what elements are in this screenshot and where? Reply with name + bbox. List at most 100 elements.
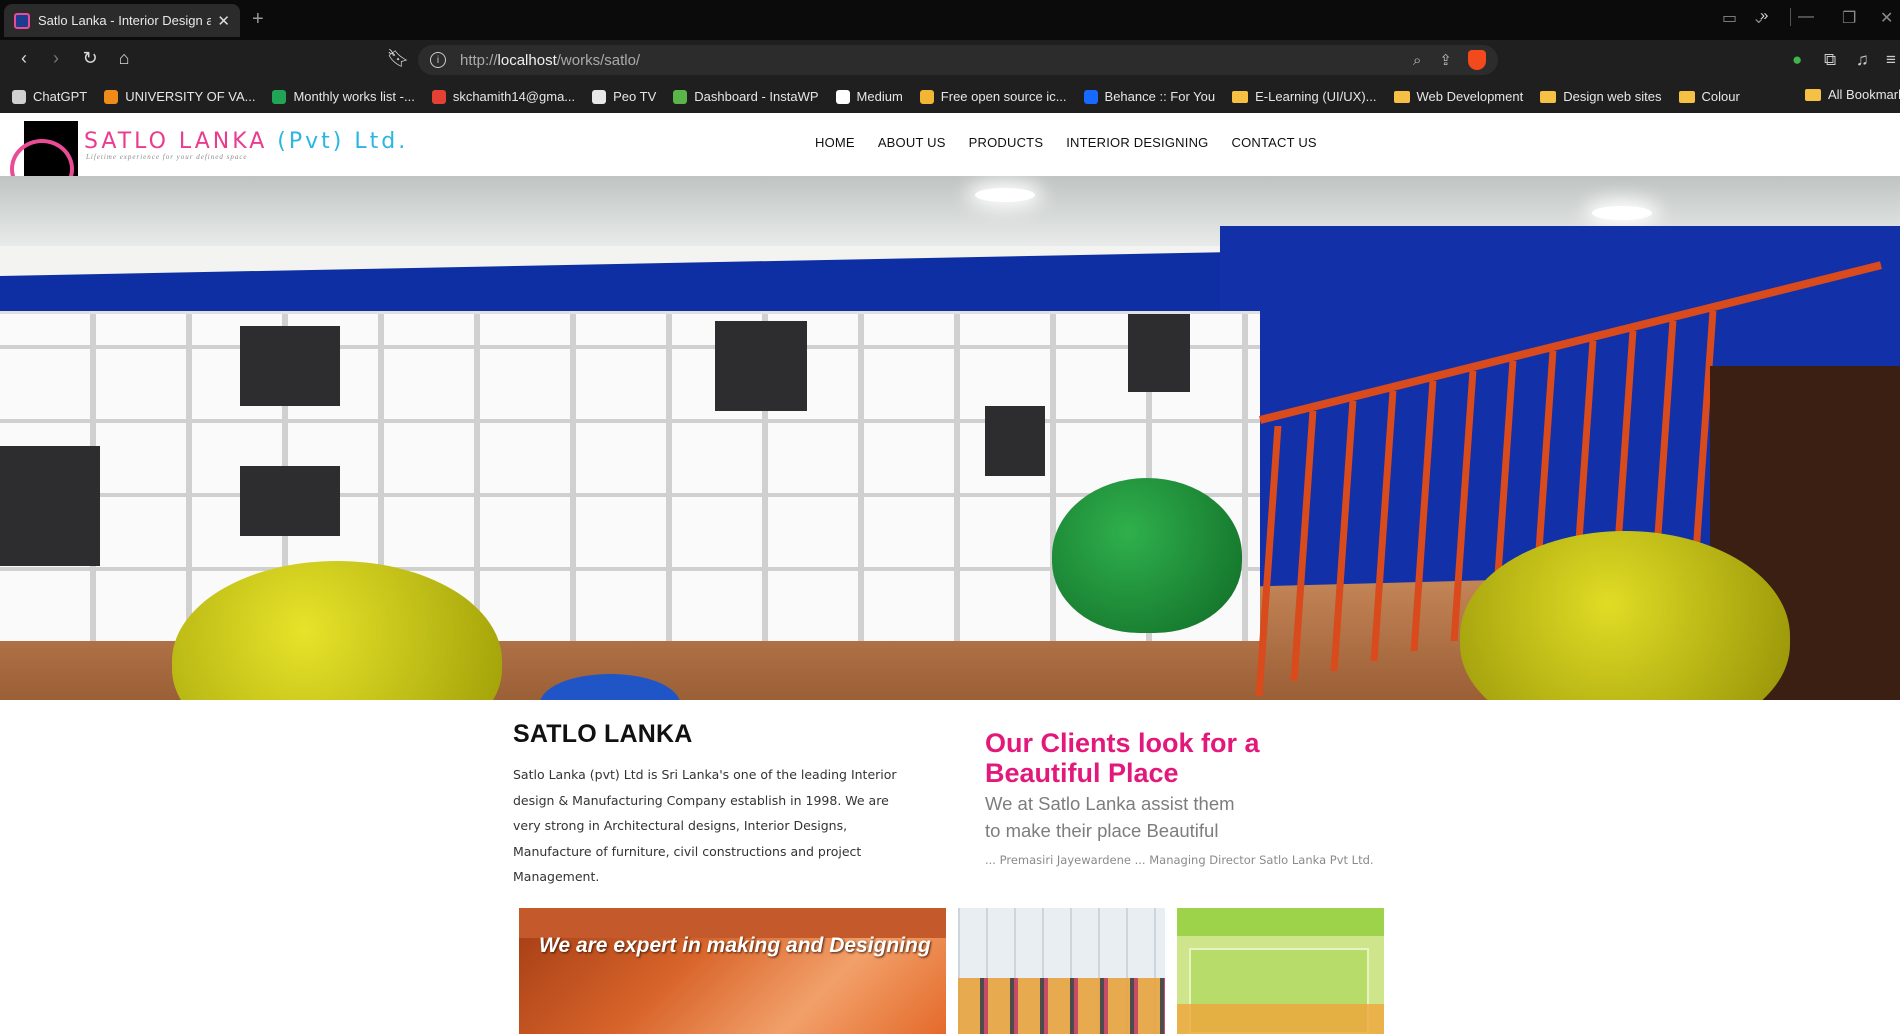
brand-name[interactable]: SATLO LANKA (Pvt) Ltd. xyxy=(84,129,408,154)
dark-cubby xyxy=(715,321,807,411)
tab-search-icon[interactable]: ▭ xyxy=(1722,8,1737,28)
bookmark-item[interactable]: Web Development xyxy=(1393,89,1524,104)
bookmark-label: ChatGPT xyxy=(33,89,88,104)
back-icon[interactable]: ‹ xyxy=(12,48,36,69)
brand-tagline: Lifetime experience for your defined spa… xyxy=(86,153,248,161)
bookmark-label: Colour xyxy=(1701,89,1740,104)
extensions-icon[interactable]: ⧉ xyxy=(1824,50,1836,70)
bookmark-item[interactable]: Design web sites xyxy=(1540,89,1662,104)
url-text[interactable]: http://localhost/works/satlo/ xyxy=(460,52,1395,69)
bookmark-icon[interactable]: 🔖︎ xyxy=(386,48,410,69)
site-favicon-icon xyxy=(14,12,30,29)
extension-wallet-icon[interactable]: ● xyxy=(1792,50,1802,70)
nav-products[interactable]: PRODUCTS xyxy=(969,135,1044,150)
forward-icon[interactable]: › xyxy=(44,48,68,69)
bookmark-item[interactable]: ChatGPT xyxy=(12,89,87,104)
reload-icon[interactable]: ↻ xyxy=(78,48,102,69)
dark-cubby xyxy=(0,446,100,566)
bookmark-item[interactable]: UNIVERSITY OF VA... xyxy=(104,89,255,104)
iconsource-icon xyxy=(919,89,934,104)
chatgpt-icon xyxy=(12,89,26,104)
folder-icon xyxy=(1540,90,1557,103)
gallery-image-expert[interactable]: We are expert in making and Designing xyxy=(519,908,946,1034)
bookmark-item[interactable]: Medium xyxy=(835,89,903,104)
restore-icon[interactable]: ❐ xyxy=(1842,8,1856,28)
tab-title: Satlo Lanka - Interior Design an xyxy=(38,13,212,28)
sheets-icon xyxy=(272,89,287,104)
home-icon[interactable]: ⌂ xyxy=(112,48,136,69)
bookmark-item[interactable]: Dashboard - InstaWP xyxy=(673,89,819,104)
nav-about-us[interactable]: ABOUT US xyxy=(878,135,946,150)
all-bookmarks-folder[interactable]: All Bookmarks xyxy=(1805,87,1900,102)
bookmark-item[interactable]: Colour xyxy=(1678,89,1740,104)
bookmarks-divider xyxy=(1790,8,1791,26)
green-bean-bag xyxy=(1052,478,1242,633)
gallery-image-glass-room[interactable] xyxy=(1177,908,1384,1034)
folder-icon xyxy=(1678,90,1695,103)
bookmark-label: Free open source ic... xyxy=(940,89,1067,104)
office-desks xyxy=(958,978,1165,1034)
ceiling-light xyxy=(1592,206,1652,220)
site-info-icon[interactable]: i xyxy=(430,52,446,68)
bookmark-item[interactable]: Behance :: For You xyxy=(1083,89,1216,104)
site-header: atlo SATLO LANKA (Pvt) Ltd. Lifetime exp… xyxy=(0,113,1900,209)
close-window-icon[interactable]: ✕ xyxy=(1880,8,1893,28)
menu-icon[interactable]: ≡ xyxy=(1886,50,1896,70)
bookmark-label: Web Development xyxy=(1416,89,1524,104)
bookmark-label: E-Learning (UI/UX)... xyxy=(1255,89,1377,104)
orange-furniture xyxy=(1177,1004,1384,1034)
dark-cubby xyxy=(985,406,1045,476)
more-bookmarks-icon[interactable]: » xyxy=(1760,7,1768,24)
bookmark-item[interactable]: Monthly works list -... xyxy=(272,89,415,104)
bookmark-item[interactable]: E-Learning (UI/UX)... xyxy=(1232,89,1377,104)
folder-icon xyxy=(1805,88,1821,101)
medium-icon xyxy=(835,89,850,104)
bookmark-item[interactable]: skchamith14@gma... xyxy=(431,89,576,104)
bookmark-label: Monthly works list -... xyxy=(293,89,415,104)
bookmark-label: Medium xyxy=(856,89,903,104)
new-tab-icon[interactable]: + xyxy=(252,8,264,31)
bookmark-label: skchamith14@gma... xyxy=(452,89,576,104)
quote-heading: Our Clients look for a Beautiful Place xyxy=(985,728,1260,788)
bookmark-label: UNIVERSITY OF VA... xyxy=(125,89,256,104)
bookmark-label: Behance :: For You xyxy=(1104,89,1216,104)
dark-cubby xyxy=(240,326,340,406)
gallery-caption: We are expert in making and Designing xyxy=(539,934,931,957)
about-text: Satlo Lanka (pvt) Ltd is Sri Lanka's one… xyxy=(513,767,897,884)
ceiling-light xyxy=(975,188,1035,202)
instawp-icon xyxy=(673,89,688,104)
bookmark-item[interactable]: Peo TV xyxy=(592,89,656,104)
bookmark-label: Peo TV xyxy=(613,89,657,104)
gallery-image-office[interactable] xyxy=(958,908,1165,1034)
quote-subtext: We at Satlo Lanka assist them to make th… xyxy=(985,793,1235,841)
bookmarks-bar: ChatGPT UNIVERSITY OF VA... Monthly works … xyxy=(0,80,1900,113)
browser-toolbar: ‹ › ↻ ⌂ 🔖︎ i http://localhost/works/satl… xyxy=(0,40,1900,80)
nav-home[interactable]: HOME xyxy=(815,135,855,150)
peotv-icon xyxy=(592,89,607,104)
zoom-icon[interactable]: ⌕ xyxy=(1413,52,1421,69)
green-ceiling xyxy=(1177,908,1384,936)
address-bar[interactable]: i http://localhost/works/satlo/ ⌕ ⇪ xyxy=(418,45,1498,75)
brave-shields-icon[interactable] xyxy=(1468,50,1486,70)
hero-image xyxy=(0,176,1900,700)
close-tab-icon[interactable]: ✕ xyxy=(217,12,230,30)
share-icon[interactable]: ⇪ xyxy=(1439,51,1452,69)
media-icon[interactable]: ♫ xyxy=(1856,50,1869,70)
bookmark-item[interactable]: Free open source ic... xyxy=(919,89,1067,104)
folder-icon xyxy=(1393,90,1410,103)
folder-icon xyxy=(1232,90,1249,103)
main-nav: HOME ABOUT US PRODUCTS INTERIOR DESIGNIN… xyxy=(815,135,1340,150)
nav-contact-us[interactable]: CONTACT US xyxy=(1231,135,1316,150)
behance-icon xyxy=(1083,89,1098,104)
bookmark-label: Dashboard - InstaWP xyxy=(694,89,819,104)
bookmark-label: Design web sites xyxy=(1563,89,1662,104)
dark-cubby xyxy=(240,466,340,536)
nav-interior-designing[interactable]: INTERIOR DESIGNING xyxy=(1066,135,1208,150)
minimize-icon[interactable]: — xyxy=(1798,8,1814,26)
all-bookmarks-label: All Bookmarks xyxy=(1828,87,1900,102)
browser-tab-bar: Satlo Lanka - Interior Design an ✕ + ▭ ⌄… xyxy=(0,0,1900,40)
dark-cubby xyxy=(1128,314,1190,392)
gmail-icon xyxy=(431,89,446,104)
university-icon xyxy=(104,89,119,104)
browser-tab[interactable]: Satlo Lanka - Interior Design an ✕ xyxy=(4,4,240,37)
